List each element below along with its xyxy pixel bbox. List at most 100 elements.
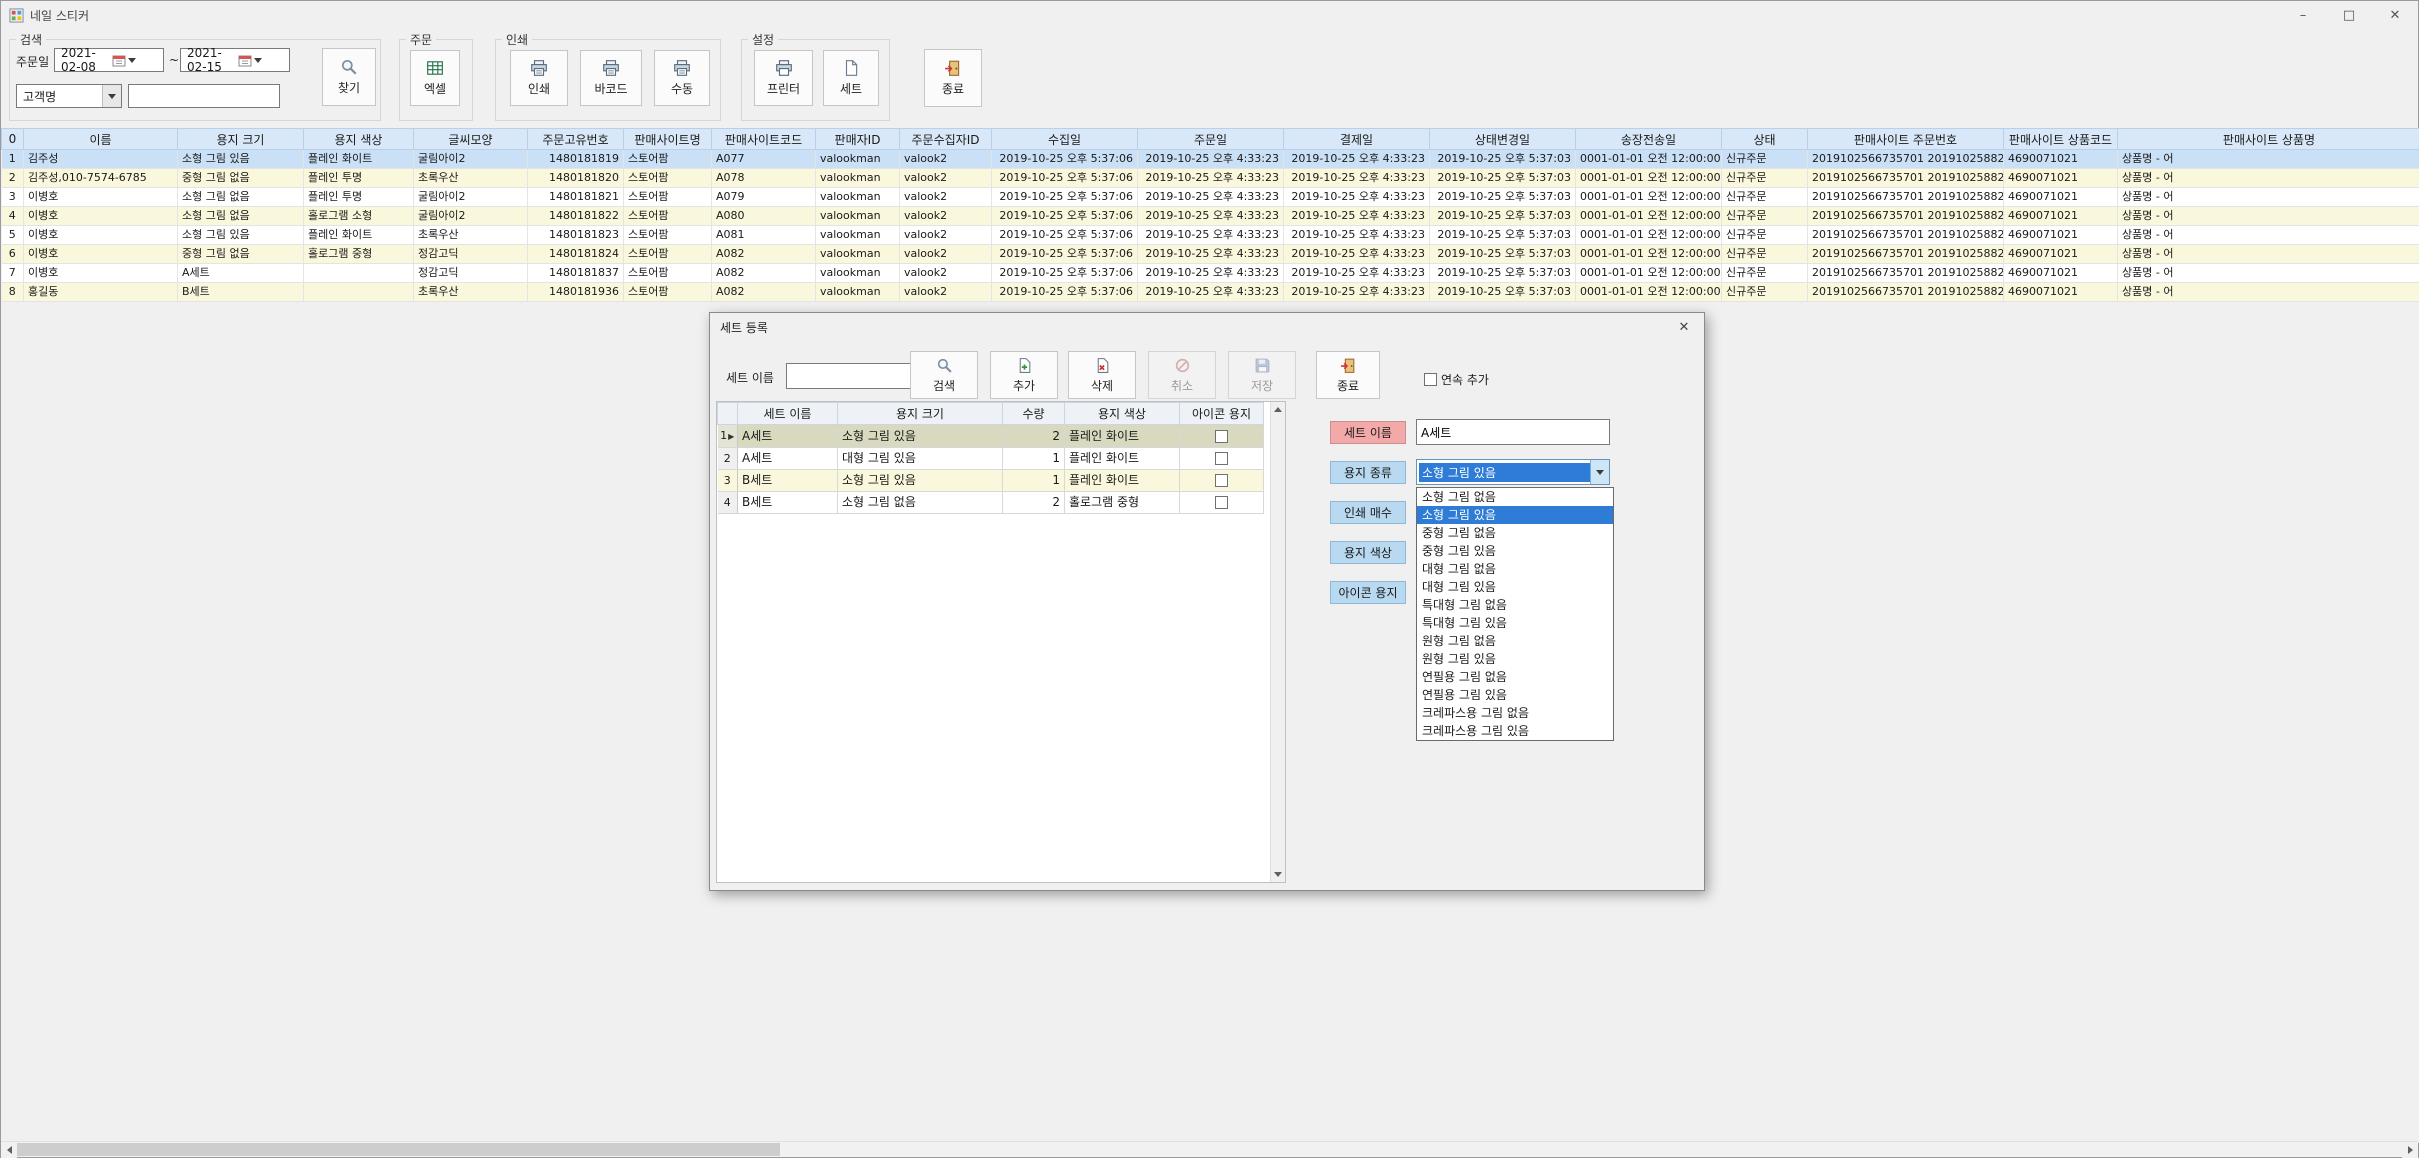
cell[interactable]: 2019-10-25 오후 4:33:23 [1138,169,1284,188]
cell[interactable]: 2019-10-25 오후 5:37:06 [992,264,1138,283]
cell[interactable]: A082 [712,264,816,283]
cell[interactable]: 1480181936 [528,283,624,302]
cell[interactable]: 플레인 화이트 [1065,470,1180,492]
cell[interactable]: 2019-10-25 오후 4:33:23 [1138,188,1284,207]
table-row[interactable]: 2A세트대형 그림 있음1플레인 화이트 [718,448,1264,470]
table-row[interactable]: 1▶A세트소형 그림 있음2플레인 화이트 [718,425,1264,448]
dialog-close-button[interactable]: ✕ [1668,316,1700,338]
set-settings-button[interactable]: 세트 [823,50,879,106]
cell[interactable]: 0001-01-01 오전 12:00:00 [1576,264,1722,283]
cell[interactable]: 소형 그림 없음 [838,492,1003,514]
cell[interactable]: valookman [816,226,900,245]
dropdown-item[interactable]: 특대형 그림 있음 [1417,614,1613,632]
dropdown-item[interactable]: 원형 그림 없음 [1417,632,1613,650]
cell[interactable]: 플레인 화이트 [1065,448,1180,470]
cell[interactable]: 2019-10-25 오후 5:37:06 [992,207,1138,226]
cell[interactable]: 이병호 [24,245,178,264]
cell[interactable]: 1480181819 [528,150,624,169]
form-set-name-input[interactable] [1416,419,1610,445]
cell[interactable]: 4690071021 [2004,188,2118,207]
cell[interactable]: A세트 [178,264,304,283]
cell[interactable]: 대형 그림 있음 [838,448,1003,470]
cell[interactable]: 2019-10-25 오후 4:33:23 [1138,207,1284,226]
row-header-cell[interactable]: 4 [2,207,24,226]
cell[interactable]: 2019-10-25 오후 5:37:06 [992,283,1138,302]
cell[interactable]: A077 [712,150,816,169]
cell[interactable]: 이병호 [24,264,178,283]
cell[interactable]: 중형 그림 없음 [178,245,304,264]
cell[interactable]: 0001-01-01 오전 12:00:00 [1576,207,1722,226]
table-row[interactable]: 3이병호소형 그림 없음플레인 투명굴림아이21480181821스토어팜A07… [2,188,2419,207]
cell[interactable]: valookman [816,245,900,264]
row-header-cell[interactable]: 2 [2,169,24,188]
cell[interactable]: 스토어팜 [624,188,712,207]
cell[interactable]: 스토어팜 [624,245,712,264]
column-header[interactable]: 주문수집자ID [900,129,992,150]
cell[interactable]: 초록우산 [414,226,528,245]
cell[interactable]: 2019102566735701 2019102588295881 [1808,169,2004,188]
row-header-cell[interactable]: 3 [718,470,738,492]
scroll-right-arrow[interactable] [2402,1142,2418,1158]
cell[interactable]: 2019102566735701 2019102588295881 [1808,283,2004,302]
cell[interactable]: 4690071021 [2004,283,2118,302]
cell[interactable]: 1 [1003,470,1065,492]
cell[interactable]: 이병호 [24,226,178,245]
dropdown-item[interactable]: 중형 그림 없음 [1417,524,1613,542]
cell[interactable]: 1480181824 [528,245,624,264]
cell[interactable]: 상품명 - 어 [2118,169,2419,188]
cell[interactable]: 2019-10-25 오후 4:33:23 [1138,226,1284,245]
cell[interactable]: 2019-10-25 오후 4:33:23 [1284,264,1430,283]
icon-paper-checkbox[interactable] [1215,430,1228,443]
chevron-down-icon[interactable] [1590,460,1609,484]
icon-paper-checkbox[interactable] [1215,496,1228,509]
cell[interactable]: B세트 [738,470,838,492]
column-header[interactable]: 상태 [1722,129,1808,150]
cell[interactable]: 플레인 투명 [304,169,414,188]
cell[interactable]: 스토어팜 [624,226,712,245]
cell[interactable]: 1480181823 [528,226,624,245]
cell[interactable]: 2019102566735701 2019102588295881 [1808,150,2004,169]
cell[interactable]: 0001-01-01 오전 12:00:00 [1576,245,1722,264]
cell[interactable]: valookman [816,188,900,207]
cell[interactable]: 2019-10-25 오후 5:37:03 [1430,207,1576,226]
table-row[interactable]: 8홍길동B세트초록우산1480181936스토어팜A082valookmanva… [2,283,2419,302]
cell[interactable]: 2019102566735701 2019102588295881 [1808,245,2004,264]
manual-print-button[interactable]: 수동 [654,50,710,106]
column-header[interactable] [718,403,738,425]
cell[interactable]: 2019-10-25 오후 5:37:03 [1430,188,1576,207]
cell[interactable]: 2019102566735701 2019102588295881 [1808,207,2004,226]
cell[interactable]: 4690071021 [2004,264,2118,283]
cell[interactable]: 플레인 투명 [304,188,414,207]
cell[interactable]: 굴림아이2 [414,207,528,226]
cell[interactable] [304,283,414,302]
cell[interactable]: 플레인 화이트 [304,150,414,169]
cell[interactable]: 정감고딕 [414,264,528,283]
cell[interactable]: 초록우산 [414,169,528,188]
row-header-cell[interactable]: 1▶ [718,425,738,448]
cell[interactable]: 1480181837 [528,264,624,283]
column-header[interactable]: 수량 [1003,403,1065,425]
cell[interactable]: 0001-01-01 오전 12:00:00 [1576,188,1722,207]
cell[interactable]: 2019-10-25 오후 5:37:06 [992,188,1138,207]
cell[interactable]: 상품명 - 어 [2118,245,2419,264]
cell[interactable]: 2 [1003,492,1065,514]
cell[interactable]: 4690071021 [2004,169,2118,188]
calendar-icon[interactable] [109,49,163,71]
dialog-save-button[interactable]: 저장 [1228,351,1296,399]
cell[interactable]: 소형 그림 있음 [838,470,1003,492]
table-row[interactable]: 2김주성,010-7574-6785중형 그림 없음플레인 투명초록우산1480… [2,169,2419,188]
cell[interactable]: 상품명 - 어 [2118,283,2419,302]
cell[interactable]: 0001-01-01 오전 12:00:00 [1576,150,1722,169]
table-row[interactable]: 4B세트소형 그림 없음2홀로그램 중형 [718,492,1264,514]
column-header[interactable]: 주문일 [1138,129,1284,150]
table-row[interactable]: 7이병호A세트정감고딕1480181837스토어팜A082valookmanva… [2,264,2419,283]
column-header[interactable]: 세트 이름 [738,403,838,425]
print-button[interactable]: 인쇄 [510,50,568,106]
cell[interactable]: 2019-10-25 오후 5:37:03 [1430,169,1576,188]
exit-button[interactable]: 종료 [924,49,982,107]
cell[interactable]: 1 [1003,448,1065,470]
cell[interactable]: 소형 그림 있음 [178,226,304,245]
cell[interactable]: 2019-10-25 오후 4:33:23 [1138,264,1284,283]
cell[interactable]: valook2 [900,207,992,226]
cell[interactable]: valook2 [900,169,992,188]
